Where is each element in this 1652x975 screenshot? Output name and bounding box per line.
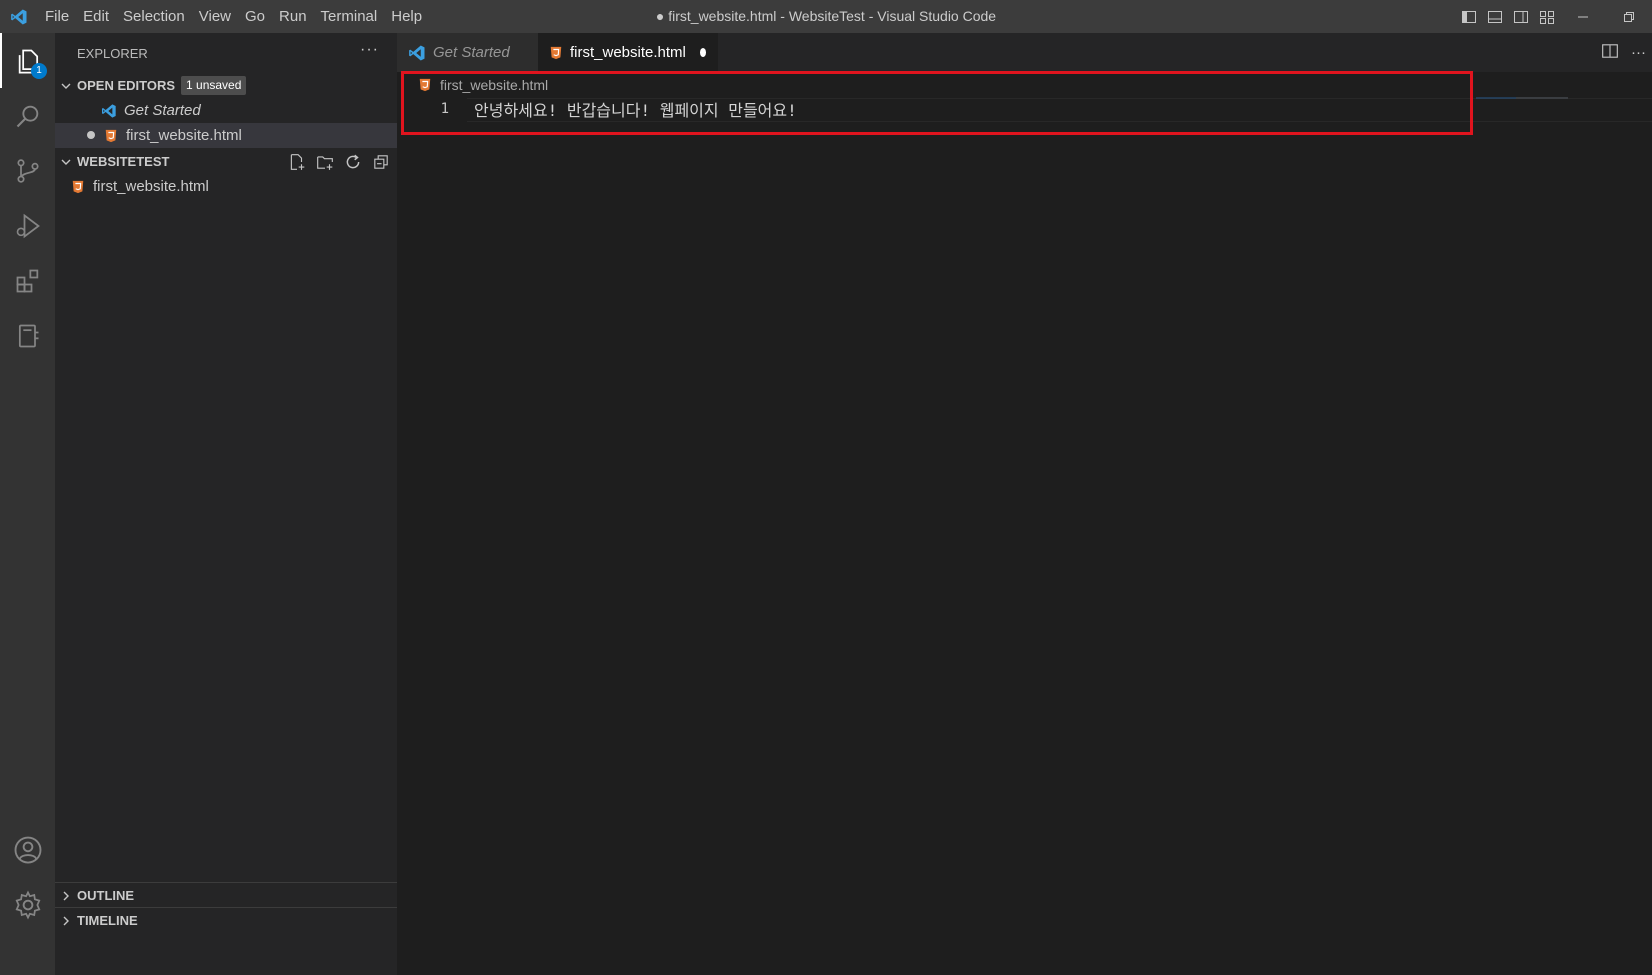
file-label: first_website.html (93, 178, 209, 195)
code-line[interactable]: 1 안녕하세요! 반갑습니다! 웹페이지 만들어요! (397, 98, 1652, 122)
source-control-icon[interactable] (0, 143, 55, 198)
html5-icon (549, 46, 563, 60)
outline-title: OUTLINE (77, 888, 135, 903)
run-and-debug-icon[interactable] (0, 198, 55, 253)
restore-icon[interactable] (1606, 0, 1652, 33)
minimap[interactable] (1476, 97, 1516, 99)
toggle-panel-icon[interactable] (1482, 0, 1508, 33)
open-editor-label: Get Started (124, 102, 201, 119)
unsaved-badge: 1 unsaved (181, 76, 247, 95)
menu-bar: File Edit Selection View Go Run Terminal… (38, 0, 429, 33)
tab-label: first_website.html (570, 44, 686, 61)
toggle-primary-sidebar-icon[interactable] (1456, 0, 1482, 33)
tab-dirty-dot-icon[interactable] (699, 48, 706, 57)
folder-title: WEBSITETEST (77, 154, 170, 169)
title-controls (1456, 0, 1652, 33)
outline-section[interactable]: OUTLINE (55, 882, 397, 908)
menu-selection[interactable]: Selection (116, 0, 192, 33)
timeline-title: TIMELINE (77, 913, 138, 928)
open-editor-first-website[interactable]: first_website.html (55, 123, 397, 148)
folder-actions (287, 152, 391, 172)
open-editors-header[interactable]: OPEN EDITORS 1 unsaved (55, 73, 397, 98)
html5-icon (417, 77, 433, 93)
websitetest-folder-header[interactable]: WEBSITETEST (55, 149, 397, 174)
chevron-right-icon (55, 890, 77, 902)
tab-label: Get Started (433, 44, 510, 61)
vscode-logo-icon (101, 103, 117, 119)
explorer-header: EXPLORER ··· (55, 33, 397, 73)
menu-run[interactable]: Run (272, 0, 314, 33)
customize-layout-icon[interactable] (1534, 0, 1560, 33)
chevron-down-icon (55, 156, 77, 168)
extensions-icon[interactable] (0, 253, 55, 308)
menu-edit[interactable]: Edit (76, 0, 116, 33)
new-file-icon[interactable] (287, 152, 307, 172)
accounts-icon[interactable] (0, 822, 55, 877)
dirty-dot-icon[interactable] (87, 131, 95, 139)
menu-file[interactable]: File (38, 0, 76, 33)
tab-first-website[interactable]: first_website.html (538, 33, 718, 72)
scroll-shadow (1516, 97, 1568, 99)
breadcrumb[interactable]: first_website.html (397, 72, 1652, 98)
chevron-right-icon (55, 915, 77, 927)
editor-actions: ··· (1601, 33, 1652, 72)
title-bar: File Edit Selection View Go Run Terminal… (0, 0, 1652, 33)
explorer-badge: 1 (31, 63, 47, 79)
explorer-activity-icon[interactable]: 1 (0, 33, 55, 88)
activity-bar: 1 (0, 33, 55, 975)
toggle-secondary-sidebar-icon[interactable] (1508, 0, 1534, 33)
open-editors-title: OPEN EDITORS (77, 78, 176, 93)
explorer-sidebar: EXPLORER ··· OPEN EDITORS 1 unsaved Get … (55, 33, 397, 975)
tab-get-started[interactable]: Get Started (397, 33, 538, 72)
more-actions-icon[interactable]: ··· (360, 41, 379, 59)
timeline-section[interactable]: TIMELINE (55, 907, 397, 933)
line-number: 1 (440, 101, 449, 117)
tab-bar: Get Started first_website.html ··· (397, 33, 1652, 72)
file-first-website[interactable]: first_website.html (55, 174, 397, 199)
search-icon[interactable] (0, 88, 55, 143)
open-editor-get-started[interactable]: Get Started (55, 98, 397, 123)
menu-help[interactable]: Help (384, 0, 429, 33)
html5-icon (103, 128, 119, 144)
chevron-down-icon (55, 80, 77, 92)
gear-icon[interactable] (0, 877, 55, 932)
editor-more-actions-icon[interactable]: ··· (1631, 44, 1646, 61)
new-folder-icon[interactable] (315, 152, 335, 172)
notebook-icon[interactable] (0, 308, 55, 363)
breadcrumb-file[interactable]: first_website.html (440, 77, 548, 93)
editor-area: Get Started first_website.html ··· first… (397, 33, 1652, 975)
refresh-icon[interactable] (343, 152, 363, 172)
menu-go[interactable]: Go (238, 0, 272, 33)
explorer-title: EXPLORER (77, 45, 148, 61)
vscode-logo-icon (408, 44, 426, 62)
collapse-all-icon[interactable] (371, 152, 391, 172)
menu-view[interactable]: View (192, 0, 238, 33)
menu-terminal[interactable]: Terminal (314, 0, 385, 33)
html5-icon (70, 179, 86, 195)
vscode-logo-icon (0, 0, 38, 33)
current-line-highlight (467, 98, 1652, 122)
minimize-icon[interactable] (1560, 0, 1606, 33)
split-editor-icon[interactable] (1601, 42, 1619, 63)
open-editor-label: first_website.html (126, 127, 242, 144)
